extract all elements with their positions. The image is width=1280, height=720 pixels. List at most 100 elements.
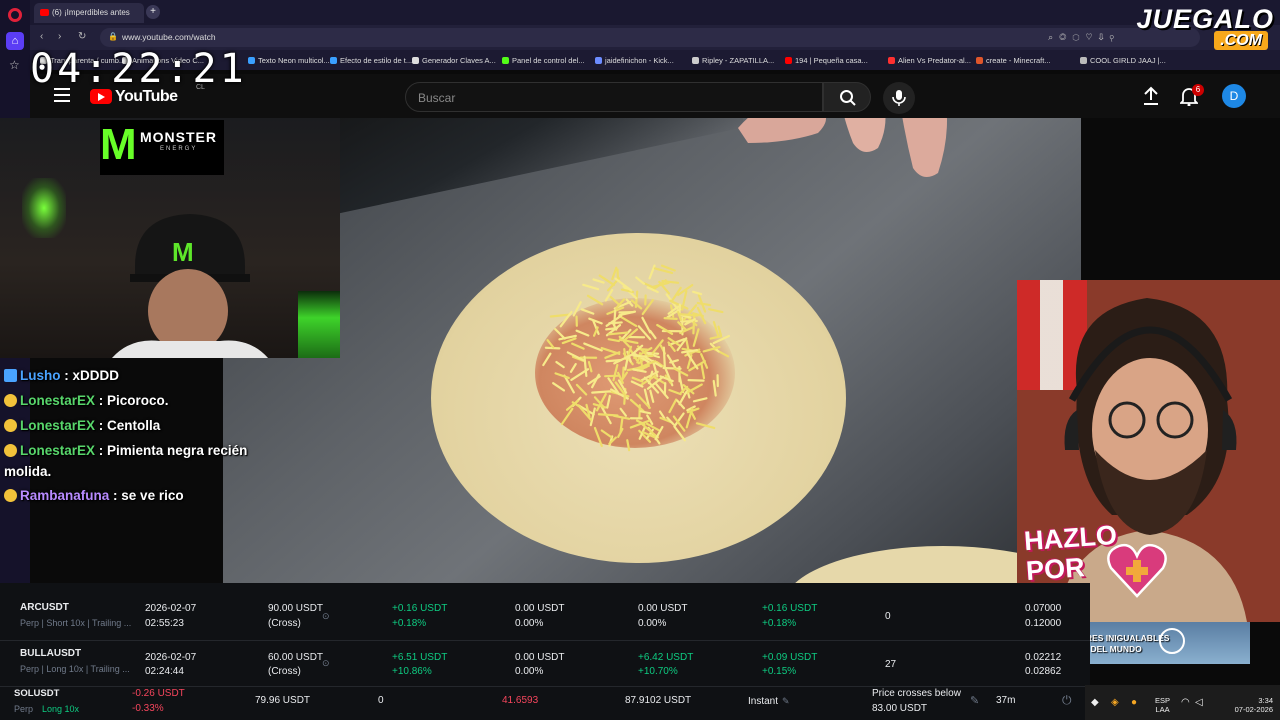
bookmark-label: COOL GIRLD JAAJ |...: [1090, 56, 1166, 65]
search-input[interactable]: Buscar: [405, 82, 823, 112]
chat-username[interactable]: LonestarEX: [20, 393, 95, 408]
notification-badge: 6: [1192, 84, 1204, 96]
chat-username[interactable]: LonestarEX: [20, 418, 95, 433]
chat-message: Rambanafuna : se ve rico: [4, 485, 249, 506]
position-total: 87.9102 USDT: [625, 695, 692, 706]
info-icon[interactable]: ⊙: [322, 656, 330, 670]
video-player[interactable]: [223, 118, 1081, 583]
bookmark-favicon-icon: [785, 57, 792, 64]
bookmark-item[interactable]: Generador Claves A...: [412, 56, 496, 65]
streamer-webcam: M MONSTER ENERGY M: [0, 118, 340, 358]
pin-icon[interactable]: ☆: [9, 58, 20, 72]
bookmark-label: 194 | Pequeña casa...: [795, 56, 868, 65]
bookmark-item[interactable]: Texto Neon multicol...: [248, 56, 330, 65]
position-row[interactable]: ARCUSDT Perp | Short 10x | Trailing ... …: [0, 597, 1090, 641]
upload-icon[interactable]: [1142, 86, 1160, 106]
mode-field[interactable]: Instant ✎: [748, 694, 790, 709]
position-price: 0.07000: [1025, 603, 1062, 614]
info-icon[interactable]: ⊙: [322, 609, 330, 623]
search-button[interactable]: [823, 82, 871, 112]
stream-chat: Lusho : xDDDD LonestarEX : Picoroco. Lones…: [0, 358, 250, 508]
home-icon[interactable]: ⌂: [6, 32, 24, 50]
pnl-value: +0.16 USDT: [762, 603, 818, 614]
layout-code: LAA: [1155, 705, 1170, 714]
position-price: 41.6593: [502, 695, 539, 706]
pnl-value: +6.42 USDT: [638, 652, 694, 663]
forward-icon[interactable]: ›: [58, 31, 61, 42]
search-placeholder: Buscar: [418, 91, 456, 105]
ad-thumbnail[interactable]: ABORES INIGUALABLES L FIN DEL MUNDO: [1067, 622, 1250, 664]
edit-icon[interactable]: ✎: [782, 696, 790, 706]
pnl-percent: +0.18%: [392, 618, 427, 629]
chat-username[interactable]: Lusho: [20, 368, 61, 383]
bookmark-item[interactable]: Efecto de estilo de t...: [330, 56, 412, 65]
tab-youtube[interactable]: (6) ¡Imperdibles antes: [34, 3, 144, 23]
position-row[interactable]: SOLUSDT Perp Long 10x -0.26 USDT -0.33% …: [0, 687, 1090, 720]
url-text: www.youtube.com/watch: [122, 32, 216, 42]
lock-icon: 🔒: [108, 32, 118, 41]
position-row[interactable]: BULLAUSDT Perp | Long 10x | Trailing ...…: [0, 643, 1090, 687]
pnl-value: -0.26 USDT: [132, 688, 185, 699]
avatar[interactable]: D: [1222, 84, 1246, 108]
position-margin-mode: (Cross): [268, 666, 301, 677]
taskbar-clock[interactable]: 3:34 07-02-2026: [1225, 696, 1273, 714]
pnl-percent: +10.86%: [392, 666, 432, 677]
trigger-price: 83.00 USDT: [872, 703, 928, 714]
position-symbol: SOLUSDT: [14, 688, 60, 699]
pnl-percent: -0.33%: [132, 703, 164, 714]
bookmark-item[interactable]: jaidefinichon - Kick...: [595, 56, 674, 65]
pnl-value: +6.51 USDT: [392, 652, 448, 663]
svg-text:M: M: [172, 237, 194, 267]
app-tray-icon[interactable]: ◈: [1111, 697, 1119, 708]
position-duration: 37m: [996, 695, 1016, 706]
tab-title: (6) ¡Imperdibles antes: [52, 8, 130, 17]
position-margin: 90.00 USDT: [268, 603, 324, 614]
edit-icon[interactable]: ✎: [970, 694, 979, 708]
bookmark-label: Generador Claves A...: [422, 56, 496, 65]
bookmark-favicon-icon: [888, 57, 895, 64]
pnl-percent: +0.18%: [762, 618, 797, 629]
power-icon[interactable]: ⏻: [1062, 693, 1072, 707]
bookmark-favicon-icon: [976, 57, 983, 64]
position-count: 27: [885, 659, 897, 670]
reload-icon[interactable]: ↻: [78, 31, 86, 42]
position-price: 0.02212: [1025, 652, 1062, 663]
bookmark-label: Efecto de estilo de t...: [340, 56, 413, 65]
bookmark-item[interactable]: Ripley - ZAPATILLA...: [692, 56, 774, 65]
juegalo-domain: .COM: [1214, 31, 1268, 50]
language-indicator[interactable]: ESP LAA: [1155, 696, 1170, 714]
heart-icon: [1107, 543, 1167, 598]
position-margin: 60.00 USDT: [268, 652, 324, 663]
chat-username[interactable]: Rambanafuna: [20, 488, 109, 503]
opera-logo-icon[interactable]: [8, 8, 22, 22]
bookmark-item[interactable]: Alien Vs Predator-al...: [888, 56, 971, 65]
position-meta: Perp | Short 10x | Trailing ...: [20, 618, 132, 628]
bookmark-item[interactable]: create - Minecraft...: [976, 56, 1051, 65]
position-symbol: BULLAUSDT: [20, 648, 82, 659]
new-tab-button[interactable]: +: [146, 5, 160, 19]
chat-username[interactable]: LonestarEX: [20, 443, 95, 458]
chat-text: : se ve rico: [113, 488, 184, 503]
voice-search-button[interactable]: [883, 82, 915, 114]
chat-badge-icon: [4, 489, 17, 502]
bookmark-label: jaidefinichon - Kick...: [605, 56, 674, 65]
back-icon[interactable]: ‹: [40, 31, 43, 42]
bookmark-item[interactable]: COOL GIRLD JAAJ |...: [1080, 56, 1166, 65]
position-meta: Perp | Long 10x | Trailing ...: [20, 664, 130, 674]
chat-badge-icon: [4, 444, 17, 457]
bookmark-item[interactable]: Panel de control del...: [502, 56, 585, 65]
app-tray-icon[interactable]: ◆: [1091, 697, 1099, 708]
position-price: 0.12000: [1025, 618, 1062, 629]
bookmark-item[interactable]: 194 | Pequeña casa...: [785, 56, 868, 65]
seal-icon: [1159, 628, 1185, 654]
url-field[interactable]: 🔒 www.youtube.com/watch ⌕◎⬡♡⇩⚲: [100, 28, 1200, 47]
chat-badge-icon: [4, 369, 17, 382]
wifi-icon[interactable]: ◠: [1181, 697, 1190, 708]
microphone-tray-icon[interactable]: ●: [1131, 697, 1137, 708]
bookmark-favicon-icon: [1080, 57, 1087, 64]
bookmark-favicon-icon: [248, 57, 255, 64]
chat-message: LonestarEX : Centolla: [4, 415, 249, 436]
bookmark-favicon-icon: [595, 57, 602, 64]
pnl-value: +0.16 USDT: [392, 603, 448, 614]
volume-icon[interactable]: ◁: [1195, 697, 1203, 708]
